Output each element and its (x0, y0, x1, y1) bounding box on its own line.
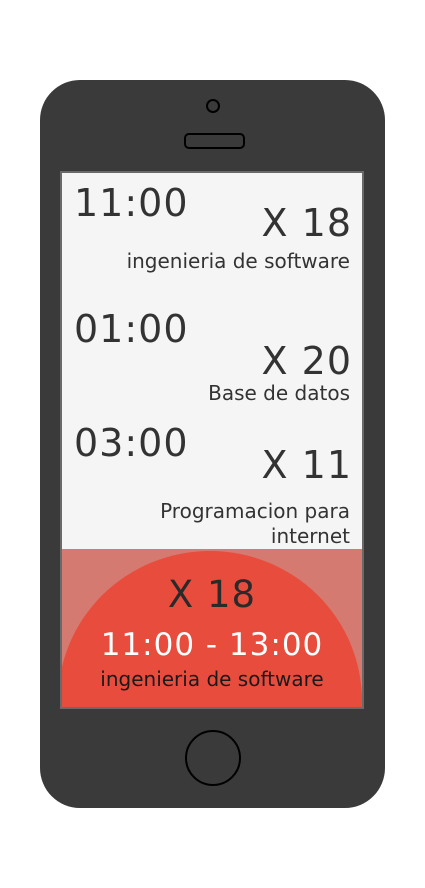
schedule-subject: ingenieria de software (126, 249, 350, 273)
current-class-time-range: 11:00 - 13:00 (100, 627, 324, 663)
home-button[interactable] (185, 730, 241, 786)
schedule-subject: Base de datos (208, 381, 350, 405)
schedule-subject: Programacion para internet (160, 499, 350, 548)
schedule-time: 01:00 (74, 307, 189, 351)
schedule-room: X 18 (261, 201, 352, 245)
current-class-room: X 18 (167, 573, 257, 616)
current-class-subject: ingenieria de software (100, 667, 324, 691)
schedule-item[interactable]: 03:00 X 11 Programacion para internet (62, 413, 362, 553)
front-camera-icon (206, 99, 220, 113)
schedule-room: X 20 (261, 339, 352, 383)
schedule-item[interactable]: 01:00 X 20 Base de datos (62, 303, 362, 413)
schedule-item[interactable]: 11:00 X 18 ingenieria de software (62, 173, 362, 303)
current-class-panel[interactable]: X 18 11:00 - 13:00 ingenieria de softwar… (62, 549, 362, 707)
phone-screen: 11:00 X 18 ingenieria de software 01:00 … (60, 171, 364, 709)
speaker-icon (184, 133, 245, 149)
schedule-time: 11:00 (74, 181, 189, 225)
schedule-room: X 11 (261, 443, 352, 487)
schedule-time: 03:00 (74, 421, 189, 465)
